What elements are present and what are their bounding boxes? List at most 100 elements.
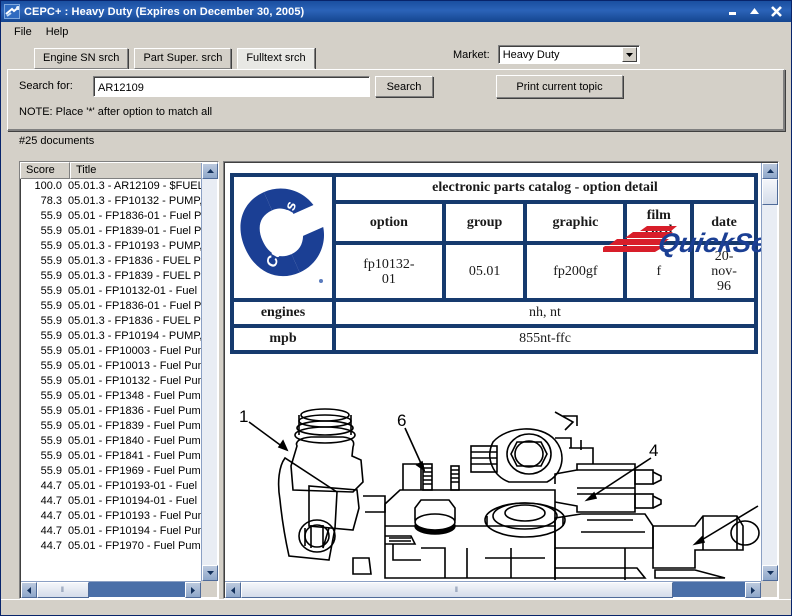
menu-item-file[interactable]: File — [7, 24, 39, 40]
table-row[interactable]: 55.905.01 - FP10132-01 - Fuel P — [20, 284, 218, 299]
table-row[interactable]: 44.705.01 - FP10194 - Fuel Pump — [20, 524, 218, 539]
diagram-callout-1: 1 — [239, 408, 248, 426]
result-title: 05.01 - FP10193-01 - Fuel P — [68, 479, 218, 494]
table-row[interactable]: 100.005.01.3 - AR12109 - $FUEL — [20, 179, 218, 194]
result-title: 05.01 - FP10193 - Fuel Pump — [68, 509, 218, 524]
table-row[interactable]: 55.905.01 - FP10003 - Fuel Pump — [20, 344, 218, 359]
document-vscroll-thumb[interactable] — [762, 179, 778, 205]
value-option-line1: fp10132- — [363, 257, 414, 272]
market-value: Heavy Duty — [503, 49, 560, 61]
close-button[interactable] — [770, 5, 783, 18]
label-mpb: mpb — [232, 326, 334, 352]
document-count: #25 documents — [19, 135, 94, 147]
result-score: 55.9 — [20, 269, 68, 284]
table-row[interactable]: 55.905.01.3 - FP1836 - FUEL PU — [20, 314, 218, 329]
result-title: 05.01 - FP1839-01 - Fuel Pu — [68, 224, 218, 239]
table-row[interactable]: 55.905.01 - FP1839 - Fuel Pump — [20, 419, 218, 434]
print-current-topic-button[interactable]: Print current topic — [496, 75, 623, 98]
table-row[interactable]: 55.905.01 - FP1836-01 - Fuel Pu — [20, 299, 218, 314]
diagram-callout-6: 6 — [397, 411, 406, 430]
tab-part-super-srch[interactable]: Part Super. srch — [134, 48, 231, 69]
table-row[interactable]: 44.705.01 - FP10194-01 - Fuel P — [20, 494, 218, 509]
result-title: 05.01 - FP10194 - Fuel Pump — [68, 524, 218, 539]
table-row[interactable]: 55.905.01 - FP1841 - Fuel Pump — [20, 449, 218, 464]
results-hscroll-thumb[interactable]: ‖ — [37, 582, 89, 598]
tab-fulltext-srch[interactable]: Fulltext srch — [237, 48, 314, 69]
triangle-down-icon[interactable] — [202, 565, 218, 581]
value-mpb: 855nt-ffc — [334, 326, 756, 352]
table-row[interactable]: 44.705.01 - FP1970 - Fuel Pump — [20, 539, 218, 554]
result-score: 55.9 — [20, 239, 68, 254]
result-title: 05.01 - FP10132 - Fuel Pump — [68, 374, 218, 389]
result-score: 55.9 — [20, 389, 68, 404]
market-dropdown[interactable]: Heavy Duty — [498, 45, 640, 64]
tab-engine-sn-srch[interactable]: Engine SN srch — [34, 48, 128, 69]
results-vertical-scrollbar[interactable] — [201, 163, 217, 581]
table-row[interactable]: 44.705.01 - FP10193 - Fuel Pump — [20, 509, 218, 524]
window-title: CEPC+ : Heavy Duty (Expires on December … — [24, 6, 726, 18]
results-list-header: Score Title — [20, 162, 218, 179]
column-header-score[interactable]: Score — [20, 162, 70, 179]
value-date-line3: 96 — [717, 279, 731, 294]
market-label: Market: — [453, 49, 490, 61]
minimize-button[interactable] — [726, 5, 739, 18]
table-row[interactable]: 78.305.01.3 - FP10132 - PUMP,F — [20, 194, 218, 209]
maximize-button[interactable] — [748, 5, 761, 18]
chevron-down-icon[interactable] — [622, 47, 637, 62]
result-title: 05.01 - FP1836 - Fuel Pump — [68, 404, 218, 419]
table-row[interactable]: 55.905.01.3 - FP10194 - PUMP,F — [20, 329, 218, 344]
table-row[interactable]: 55.905.01 - FP1969 - Fuel Pump — [20, 464, 218, 479]
document-viewer-panel[interactable]: Cummins electronic parts catalog - optio… — [223, 161, 779, 599]
result-title: 05.01 - FP1970 - Fuel Pump — [68, 539, 218, 554]
triangle-right-icon[interactable] — [185, 582, 201, 598]
triangle-up-icon[interactable] — [762, 163, 778, 179]
scroll-grip: ‖ — [61, 587, 65, 594]
results-list-panel[interactable]: Score Title 100.005.01.3 - AR12109 - $FU… — [19, 161, 219, 599]
table-row[interactable]: 44.705.01 - FP10193-01 - Fuel P — [20, 479, 218, 494]
result-score: 55.9 — [20, 299, 68, 314]
result-title: 05.01 - FP1841 - Fuel Pump — [68, 449, 218, 464]
search-button[interactable]: Search — [375, 76, 433, 97]
scroll-grip: ‖ — [455, 587, 459, 594]
result-title: 05.01.3 - FP1839 - FUEL PU — [68, 269, 218, 284]
result-score: 55.9 — [20, 254, 68, 269]
triangle-left-icon[interactable] — [21, 582, 37, 598]
search-input[interactable] — [93, 76, 370, 97]
document-horizontal-scrollbar[interactable]: ‖ — [225, 581, 761, 597]
table-row[interactable]: 55.905.01.3 - FP1836 - FUEL PU — [20, 254, 218, 269]
document-hscroll-thumb[interactable]: ‖ — [241, 582, 673, 598]
results-horizontal-scrollbar[interactable]: ‖ — [21, 581, 201, 597]
title-bar: CEPC+ : Heavy Duty (Expires on December … — [1, 1, 791, 22]
result-title: 05.01.3 - FP1836 - FUEL PU — [68, 314, 218, 329]
value-option: fp10132- 01 — [334, 243, 444, 300]
triangle-left-icon[interactable] — [225, 582, 241, 598]
result-title: 05.01.3 - FP1836 - FUEL PU — [68, 254, 218, 269]
result-title: 05.01.3 - FP10193 - PUMP,F — [68, 239, 218, 254]
result-score: 55.9 — [20, 314, 68, 329]
triangle-up-icon[interactable] — [202, 163, 218, 179]
result-score: 55.9 — [20, 419, 68, 434]
quickserve-logo: QuickServe — [603, 218, 762, 266]
table-row[interactable]: 55.905.01 - FP1836-01 - Fuel Pu — [20, 209, 218, 224]
result-score: 55.9 — [20, 464, 68, 479]
result-score: 55.9 — [20, 224, 68, 239]
table-row[interactable]: 55.905.01 - FP10013 - Fuel Pump — [20, 359, 218, 374]
table-row[interactable]: 55.905.01 - FP1840 - Fuel Pump — [20, 434, 218, 449]
result-score: 78.3 — [20, 194, 68, 209]
result-title: 05.01.3 - FP10132 - PUMP,F — [68, 194, 218, 209]
svg-text:QuickServe: QuickServe — [656, 227, 762, 258]
triangle-down-icon[interactable] — [762, 565, 778, 581]
table-row[interactable]: 55.905.01 - FP1348 - Fuel Pump — [20, 389, 218, 404]
column-header-title[interactable]: Title — [70, 162, 218, 179]
result-score: 55.9 — [20, 344, 68, 359]
table-row[interactable]: 55.905.01.3 - FP10193 - PUMP,F — [20, 239, 218, 254]
table-row[interactable]: 55.905.01.3 - FP1839 - FUEL PU — [20, 269, 218, 284]
result-score: 55.9 — [20, 209, 68, 224]
triangle-right-icon[interactable] — [745, 582, 761, 598]
document-vertical-scrollbar[interactable] — [761, 163, 777, 581]
status-bar — [1, 599, 791, 615]
table-row[interactable]: 55.905.01 - FP1839-01 - Fuel Pu — [20, 224, 218, 239]
table-row[interactable]: 55.905.01 - FP10132 - Fuel Pump — [20, 374, 218, 389]
table-row[interactable]: 55.905.01 - FP1836 - Fuel Pump — [20, 404, 218, 419]
menu-item-help[interactable]: Help — [39, 24, 76, 40]
